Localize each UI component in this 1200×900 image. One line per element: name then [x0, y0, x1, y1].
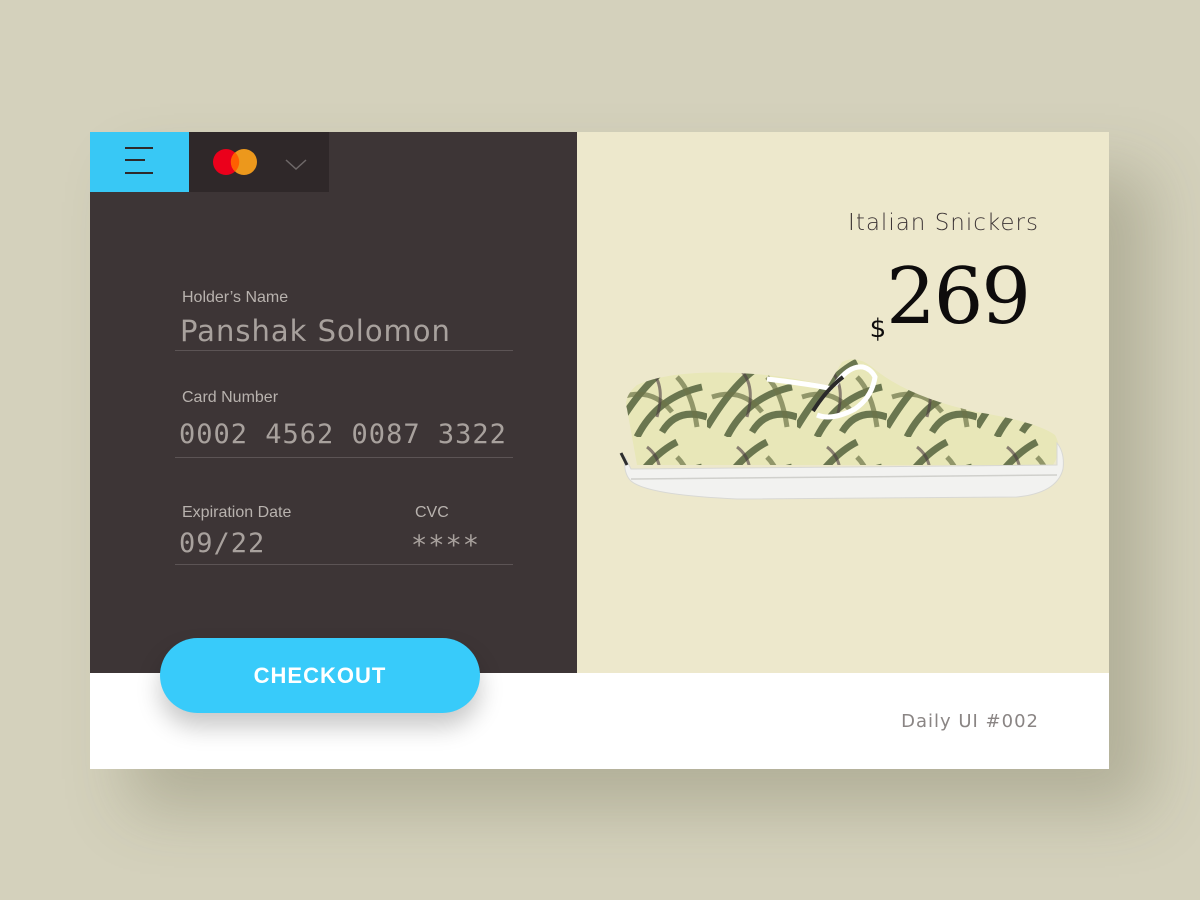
- product-shoe-image: [619, 359, 1064, 500]
- cvc-label: CVC: [415, 504, 449, 521]
- chevron-down-icon: [285, 159, 307, 171]
- menu-icon-line: [125, 172, 153, 174]
- product-panel: Italian Snickers $269: [577, 132, 1109, 673]
- holder-name-label: Holder’s Name: [182, 289, 289, 306]
- card-number-field[interactable]: 0002 4562 0087 3322: [179, 419, 507, 450]
- daily-ui-tag: Daily UI #002: [901, 711, 1039, 732]
- expiration-date-label: Expiration Date: [182, 504, 292, 521]
- card-number-label: Card Number: [182, 389, 279, 406]
- menu-icon-line: [125, 147, 153, 149]
- holder-name-field[interactable]: Panshak Solomon: [180, 314, 451, 348]
- mastercard-logo: [213, 149, 257, 175]
- checkout-button[interactable]: CHECKOUT: [160, 638, 480, 713]
- holder-name-underline: [175, 350, 513, 351]
- cvc-field[interactable]: ****: [411, 530, 480, 561]
- product-price: $269: [869, 252, 1031, 344]
- expiration-date-field[interactable]: 09/22: [179, 528, 265, 559]
- payment-form-panel: Holder’s Name Panshak Solomon Card Numbe…: [90, 132, 577, 673]
- card-number-underline: [175, 457, 513, 458]
- menu-icon-line: [125, 159, 145, 161]
- card-type-dropdown[interactable]: [189, 132, 329, 192]
- product-name: Italian Snickers: [848, 210, 1039, 236]
- checkout-button-label: CHECKOUT: [253, 662, 387, 688]
- expiry-cvc-underline: [175, 564, 513, 565]
- price-amount: 269: [886, 252, 1031, 342]
- menu-button[interactable]: [90, 132, 189, 192]
- price-currency: $: [869, 314, 887, 344]
